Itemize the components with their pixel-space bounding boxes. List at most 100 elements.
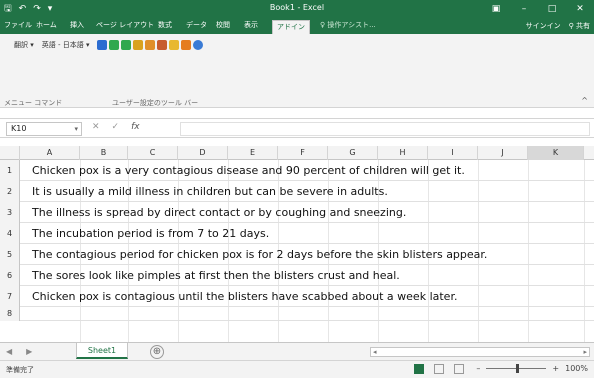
row-header[interactable]: 3 xyxy=(0,202,20,223)
column-header-g[interactable]: G xyxy=(328,146,378,160)
cell-a4[interactable]: The incubation period is from 7 to 21 da… xyxy=(32,223,269,244)
spreadsheet-grid[interactable]: A B C D E F G H I J K 1 Chicken pox is a… xyxy=(0,146,594,342)
zoom-slider[interactable] xyxy=(486,364,547,373)
formula-bar: K10 ▾ ✕ ✓ fx xyxy=(0,118,594,138)
cell-a5[interactable]: The contagious period for chicken pox is… xyxy=(32,244,487,265)
tab-formulas[interactable]: 数式 xyxy=(158,20,172,30)
maximize-button[interactable]: □ xyxy=(538,0,566,18)
zoom-out-icon[interactable]: – xyxy=(476,364,480,373)
row-header[interactable]: 5 xyxy=(0,244,20,265)
scroll-right-icon[interactable]: ▶ xyxy=(26,347,32,356)
column-header-h[interactable]: H xyxy=(378,146,428,160)
column-header-d[interactable]: D xyxy=(178,146,228,160)
page-layout-view-icon[interactable] xyxy=(434,364,444,374)
normal-view-icon[interactable] xyxy=(414,364,424,374)
chevron-right-icon[interactable]: ▸ xyxy=(583,348,587,356)
row-header[interactable]: 2 xyxy=(0,181,20,202)
tab-data[interactable]: データ xyxy=(186,20,207,30)
column-header-f[interactable]: F xyxy=(278,146,328,160)
status-ready: 準備完了 xyxy=(6,366,34,374)
tab-addins[interactable]: アドイン xyxy=(272,20,310,34)
column-header-i[interactable]: I xyxy=(428,146,478,160)
signin-link[interactable]: サインイン xyxy=(526,21,561,31)
table-row: 6 The sores look like pimples at first t… xyxy=(0,265,594,286)
column-header-a[interactable]: A xyxy=(20,146,80,160)
name-box-value: K10 xyxy=(11,124,27,133)
book-icon[interactable] xyxy=(145,40,156,50)
tab-page-layout[interactable]: ページ レイアウト xyxy=(96,20,154,30)
ribbon-display-icon[interactable]: ▣ xyxy=(482,0,510,18)
sheet-tab-sheet1[interactable]: Sheet1 xyxy=(76,343,128,359)
document-icon[interactable] xyxy=(169,40,180,50)
status-bar: 準備完了 – + 100% xyxy=(0,360,594,378)
scroll-left-icon[interactable]: ◀ xyxy=(6,347,12,356)
window-controls: ▣ – □ ✕ xyxy=(482,0,594,18)
row-header[interactable]: 4 xyxy=(0,223,20,244)
zoom-level[interactable]: 100% xyxy=(565,364,588,373)
share-button[interactable]: ⚲ 共有 xyxy=(569,21,590,31)
page-break-view-icon[interactable] xyxy=(454,364,464,374)
row-header[interactable]: 8 xyxy=(0,307,20,321)
tell-me-box[interactable]: ♀ 操作アシスト... xyxy=(320,20,376,30)
collapse-ribbon-icon[interactable]: ^ xyxy=(581,96,588,105)
column-header-b[interactable]: B xyxy=(80,146,128,160)
toolbar-icons xyxy=(97,40,204,50)
translate-label: 翻訳 xyxy=(14,41,28,49)
name-box[interactable]: K10 ▾ xyxy=(6,122,82,136)
horizontal-scrollbar[interactable]: ◂ ▸ xyxy=(370,347,590,357)
cell-a7[interactable]: Chicken pox is contagious until the blis… xyxy=(32,286,457,307)
row-header[interactable]: 7 xyxy=(0,286,20,307)
table-row: 2 It is usually a mild illness in childr… xyxy=(0,181,594,202)
language-select[interactable]: 英語 - 日本語 ▾ xyxy=(42,40,90,50)
tab-home[interactable]: ホーム xyxy=(36,20,57,30)
tab-file[interactable]: ファイル xyxy=(4,20,32,30)
sheet-tab-bar: ◀ ▶ Sheet1 ⊕ ◂ ▸ xyxy=(0,342,594,360)
minimize-button[interactable]: – xyxy=(510,0,538,18)
chevron-down-icon[interactable]: ▾ xyxy=(74,123,78,135)
puzzle-icon[interactable] xyxy=(181,40,192,50)
tab-insert[interactable]: 挿入 xyxy=(70,20,84,30)
cell-a1[interactable]: Chicken pox is a very contagious disease… xyxy=(32,160,465,181)
table-row: 3 The illness is spread by direct contac… xyxy=(0,202,594,223)
column-header-k[interactable]: K xyxy=(528,146,584,160)
column-header-c[interactable]: C xyxy=(128,146,178,160)
cell-a6[interactable]: The sores look like pimples at first the… xyxy=(32,265,400,286)
table-row: 7 Chicken pox is contagious until the bl… xyxy=(0,286,594,307)
column-header-j[interactable]: J xyxy=(478,146,528,160)
help-icon[interactable] xyxy=(193,40,204,50)
sheet-nav: ◀ ▶ xyxy=(6,347,32,356)
column-header-e[interactable]: E xyxy=(228,146,278,160)
zoom-in-icon[interactable]: + xyxy=(552,364,559,373)
comment-icon[interactable] xyxy=(133,40,144,50)
share-label: 共有 xyxy=(576,22,590,30)
row-header[interactable]: 6 xyxy=(0,265,20,286)
play-icon[interactable] xyxy=(97,40,108,50)
play-icon[interactable] xyxy=(121,40,132,50)
row-header[interactable]: 1 xyxy=(0,160,20,181)
formula-actions: ✕ ✓ fx xyxy=(92,122,140,132)
zoom-thumb[interactable] xyxy=(516,364,520,373)
translate-button[interactable]: 翻訳 ▾ xyxy=(14,40,34,50)
play-icon[interactable] xyxy=(109,40,120,50)
group-label-custom-toolbars: ユーザー設定のツール バー xyxy=(112,99,199,107)
ribbon-panel: 翻訳 ▾ 英語 - 日本語 ▾ メニュー コマンド ユーザー設定のツール バー … xyxy=(0,34,594,108)
table-row: 5 The contagious period for chicken pox … xyxy=(0,244,594,265)
enter-icon[interactable]: ✓ xyxy=(112,122,120,132)
table-row: 4 The incubation period is from 7 to 21 … xyxy=(0,223,594,244)
tab-view[interactable]: 表示 xyxy=(244,20,258,30)
table-row: 8 xyxy=(0,307,594,321)
select-all-corner[interactable] xyxy=(0,146,20,160)
chevron-left-icon[interactable]: ◂ xyxy=(373,348,377,356)
ribbon-tabs: ファイル ホーム 挿入 ページ レイアウト 数式 データ 校閲 表示 アドイン … xyxy=(0,18,594,34)
add-sheet-icon[interactable]: ⊕ xyxy=(150,345,164,359)
cancel-icon[interactable]: ✕ xyxy=(92,122,100,132)
view-buttons xyxy=(414,364,464,374)
notebook-icon[interactable] xyxy=(157,40,168,50)
cell-a3[interactable]: The illness is spread by direct contact … xyxy=(32,202,406,223)
insert-function-icon[interactable]: fx xyxy=(131,122,140,132)
tab-review[interactable]: 校閲 xyxy=(216,20,230,30)
close-button[interactable]: ✕ xyxy=(566,0,594,18)
formula-input[interactable] xyxy=(180,122,590,136)
table-row: 1 Chicken pox is a very contagious disea… xyxy=(0,160,594,181)
cell-a2[interactable]: It is usually a mild illness in children… xyxy=(32,181,388,202)
